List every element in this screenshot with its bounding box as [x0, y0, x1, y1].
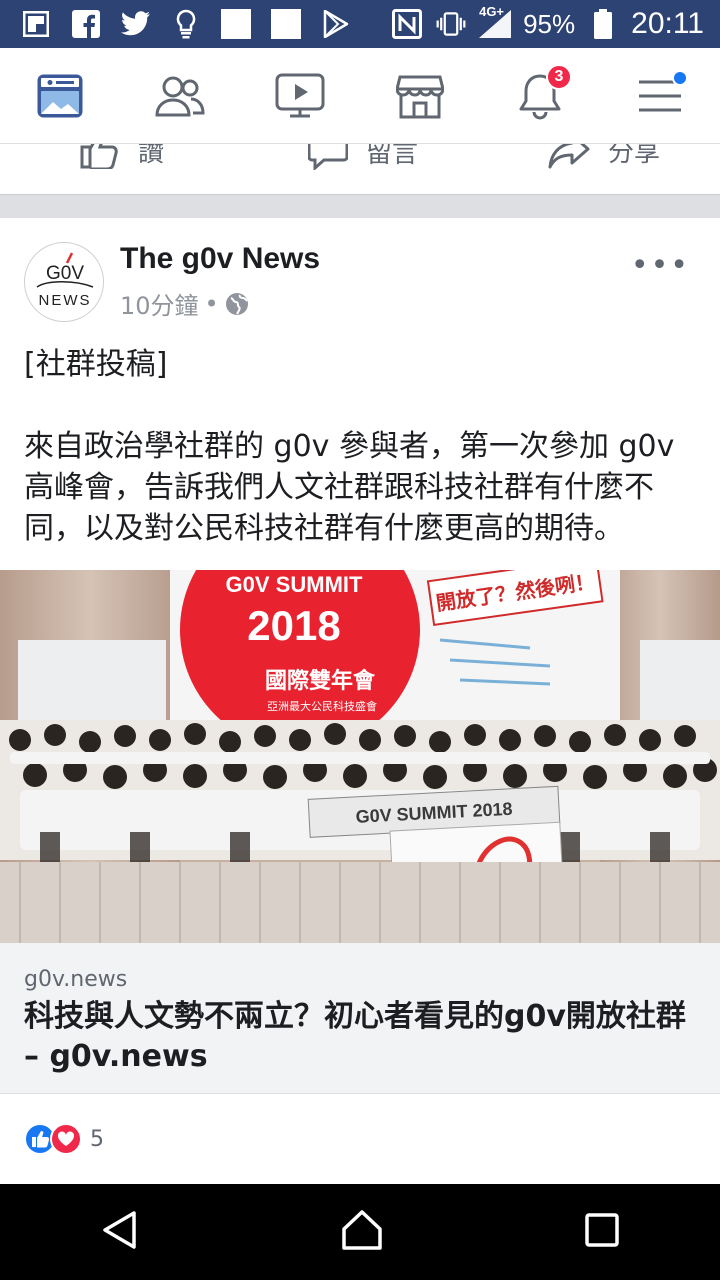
- love-reaction-icon: [50, 1123, 82, 1155]
- back-button[interactable]: [100, 1210, 140, 1254]
- twitter-icon: [120, 8, 152, 40]
- share-icon: [548, 144, 590, 168]
- share-action[interactable]: 分享: [548, 144, 660, 169]
- post-text-line: 高峰會，告訴我們人文社群跟科技社群有什麼不: [24, 470, 654, 505]
- system-navigation-bar: [0, 1184, 720, 1280]
- watch-video-icon: [275, 73, 325, 117]
- post-text-line: 來自政治學社群的 g0v 參與者，第一次參加 g0v: [24, 429, 675, 464]
- post-time[interactable]: 10分鐘: [120, 286, 199, 321]
- home-button[interactable]: [340, 1209, 384, 1255]
- back-triangle-icon: [103, 1211, 136, 1249]
- reaction-count: 5: [90, 1126, 104, 1152]
- menu-indicator-dot: [672, 69, 688, 86]
- nav-watch[interactable]: [260, 56, 340, 136]
- lightbulb-icon: [170, 8, 202, 40]
- comment-action[interactable]: 留言: [308, 144, 418, 170]
- link-title: 科技與人文勢不兩立？初心者看見的g0v開放社群 – g0v.news: [24, 999, 686, 1074]
- thumbs-up-icon: [80, 144, 118, 169]
- recents-button[interactable]: [584, 1212, 620, 1252]
- link-preview-card[interactable]: g0v.news 科技與人文勢不兩立？初心者看見的g0v開放社群 – g0v.n…: [0, 943, 720, 1094]
- play-store-icon: [320, 8, 352, 40]
- nav-news-feed[interactable]: [20, 56, 100, 136]
- battery-icon: [587, 8, 619, 40]
- nav-notifications[interactable]: 3: [500, 56, 580, 136]
- feed-post: G0V NEWS The g0v News 10分鐘 • ••• [社群投稿] …: [0, 218, 720, 1184]
- banner-tagline: 亞洲最大公民科技盛會: [267, 699, 377, 713]
- battery-percent: 95%: [523, 8, 576, 39]
- reactions-summary[interactable]: 5: [24, 1123, 104, 1155]
- white-square-icon: [220, 8, 252, 40]
- like-action[interactable]: 讚: [80, 144, 164, 169]
- network-type: 4G+: [479, 4, 505, 19]
- page-avatar[interactable]: G0V NEWS: [24, 242, 104, 322]
- nfc-icon: [391, 8, 423, 40]
- share-label: 分享: [608, 144, 661, 168]
- marketplace-icon: [396, 75, 444, 118]
- news-feed-icon: [37, 74, 83, 117]
- facebook-navbar: 3: [0, 48, 720, 144]
- home-icon: [342, 1210, 382, 1250]
- previous-post-actions: 讚 留言 分享: [0, 144, 720, 194]
- notification-badge: 3: [546, 63, 572, 90]
- nav-menu[interactable]: [620, 56, 700, 136]
- post-text-line: [社群投稿]: [24, 347, 168, 382]
- feed-divider: [0, 194, 720, 218]
- page-name[interactable]: The g0v News: [120, 242, 320, 276]
- flipboard-icon: [20, 8, 52, 40]
- avatar-bottom-text: NEWS: [39, 292, 92, 309]
- clock: 20:11: [631, 7, 704, 40]
- banner-year: 2018: [247, 602, 340, 649]
- like-label: 讚: [138, 144, 165, 168]
- post-text-blank-line: [24, 385, 704, 426]
- avatar-top-text: G0V: [46, 263, 84, 284]
- post-text-line: 同，以及對公民科技社群有什麼更高的期待。: [24, 511, 624, 546]
- meta-separator: •: [204, 289, 219, 318]
- recents-square-icon: [585, 1213, 619, 1247]
- signal-icon: 4G+: [479, 4, 512, 38]
- banner-title: G0V SUMMIT: [226, 572, 363, 597]
- post-meta: 10分鐘 •: [120, 286, 249, 321]
- vibrate-icon: [435, 8, 467, 40]
- friends-icon: [155, 76, 205, 116]
- status-bar: 4G+ 95% 20:11: [0, 0, 720, 48]
- white-square-icon: [270, 8, 302, 40]
- banner-subtitle: 國際雙年會: [265, 668, 376, 694]
- comment-label: 留言: [366, 144, 419, 169]
- post-options-button[interactable]: •••: [631, 248, 690, 283]
- link-preview-photo[interactable]: G0V SUMMIT 2018 國際雙年會 亞洲最大公民科技盛會 開放了？然後咧…: [0, 570, 720, 943]
- comment-icon: [308, 144, 348, 170]
- facebook-icon: [70, 8, 102, 40]
- globe-icon: [225, 292, 248, 315]
- nav-marketplace[interactable]: [380, 56, 460, 136]
- post-text: [社群投稿] 來自政治學社群的 g0v 參與者，第一次參加 g0v 高峰會，告訴…: [24, 344, 704, 549]
- link-domain: g0v.news: [24, 967, 128, 992]
- g0v-news-logo: G0V NEWS: [36, 252, 94, 309]
- nav-friends[interactable]: [140, 56, 220, 136]
